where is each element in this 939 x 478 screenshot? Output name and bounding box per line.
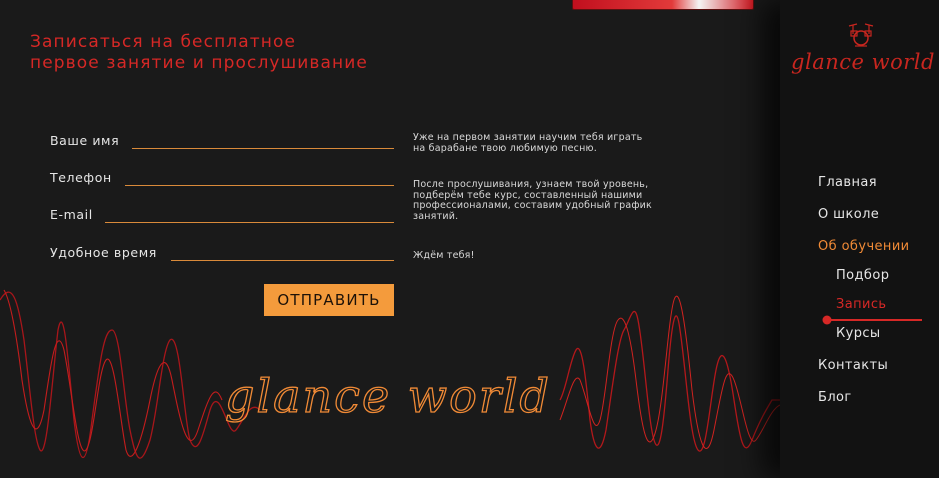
drum-kit-icon[interactable]	[845, 20, 877, 50]
active-nav-indicator	[822, 315, 922, 325]
nav-item-about[interactable]: О школе	[818, 207, 879, 222]
info-line: профессионалами, составим удобный график	[413, 200, 652, 211]
phone-field-row: Телефон	[50, 167, 394, 190]
nav-subitem-selection[interactable]: Подбор	[836, 268, 889, 283]
info-line: на барабане твою любимую песню.	[413, 142, 597, 154]
info-paragraph-2: После прослушивания, узнаем твой уровень…	[413, 179, 652, 222]
name-input[interactable]	[132, 130, 394, 149]
info-line: занятий.	[413, 210, 459, 222]
name-field-row: Ваше имя	[50, 130, 394, 153]
page-title-line-2: первое занятие и прослушивание	[30, 53, 368, 73]
time-input[interactable]	[171, 242, 394, 261]
nav-subitem-signup[interactable]: Запись	[836, 297, 886, 312]
info-line: Ждём тебя!	[413, 250, 475, 261]
phone-input[interactable]	[125, 167, 394, 186]
nav-subitem-courses[interactable]: Курсы	[836, 326, 881, 341]
nav-item-contacts[interactable]: Контакты	[818, 358, 888, 373]
time-field-label: Удобное время	[50, 245, 157, 260]
page-title: Записаться на бесплатное первое занятие …	[30, 32, 368, 74]
phone-field-label: Телефон	[50, 170, 112, 185]
page-title-line-1: Записаться на бесплатное	[30, 32, 297, 52]
info-line: После прослушивания, узнаем твой уровень…	[413, 179, 649, 190]
submit-button[interactable]: ОТПРАВИТЬ	[264, 284, 394, 316]
email-field-row: E-mail	[50, 204, 394, 227]
brand-logo[interactable]: glance world	[790, 50, 936, 74]
time-field-row: Удобное время	[50, 242, 394, 265]
main-content: glance world Записаться на бесплатное пе…	[0, 0, 780, 478]
brand-watermark: glance world	[225, 369, 551, 423]
nav-item-home[interactable]: Главная	[818, 175, 877, 190]
email-field-label: E-mail	[50, 207, 93, 222]
sound-wave-line	[559, 295, 780, 450]
info-paragraph-1: Уже на первом занятии научим тебя играть…	[413, 132, 643, 154]
header-photo-strip	[572, 0, 754, 10]
name-field-label: Ваше имя	[50, 133, 120, 148]
info-paragraph-3: Ждём тебя!	[413, 250, 475, 262]
nav-item-education[interactable]: Об обучении	[818, 239, 910, 254]
email-input[interactable]	[105, 204, 394, 223]
sound-wave-line	[559, 311, 780, 452]
sound-wave-line	[3, 289, 223, 457]
nav-item-blog[interactable]: Блог	[818, 390, 852, 405]
sound-wave-line	[0, 291, 261, 459]
info-line: Уже на первом занятии научим тебя играть	[413, 132, 643, 143]
